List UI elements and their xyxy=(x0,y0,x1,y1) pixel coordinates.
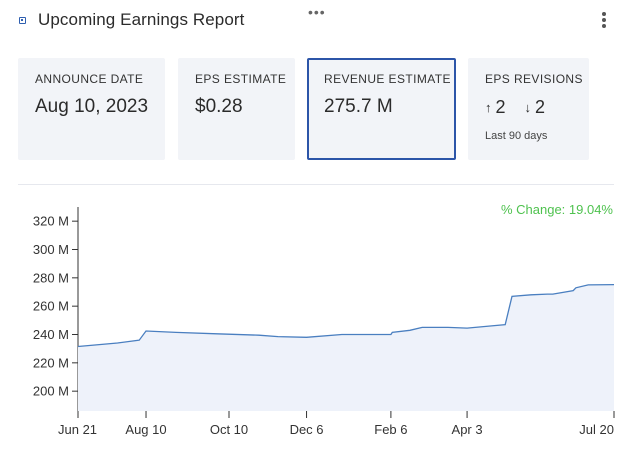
plot-area: 200 M 220 M 240 M 260 M 280 M 300 M 320 M Jun 2… xyxy=(33,207,615,437)
x-tick-label: Jun 21 xyxy=(58,422,97,437)
revenue-estimate-chart[interactable]: % Change: 19.04% 200 M 220 M 240 M 260 M 280… xyxy=(0,190,640,462)
x-tick-label: Oct 10 xyxy=(210,422,248,437)
x-tick-label: Aug 10 xyxy=(125,422,166,437)
x-tick-label: Apr 3 xyxy=(452,422,483,437)
y-tick-label: 300 M xyxy=(33,242,69,257)
arrow-down-icon: ↓ xyxy=(524,100,532,115)
revisions-up-count: 2 xyxy=(495,97,506,117)
y-tick-label: 240 M xyxy=(33,327,69,342)
eps-estimate-label: EPS ESTIMATE xyxy=(195,72,287,86)
revenue-estimate-card[interactable]: REVENUE ESTIMATE 275.7 M xyxy=(307,58,456,160)
revisions-up: ↑ 2 xyxy=(485,97,506,118)
x-tick-label: Feb 6 xyxy=(374,422,407,437)
x-tick-label: Dec 6 xyxy=(290,422,324,437)
revisions-down-count: 2 xyxy=(535,97,546,117)
y-tick-label: 200 M xyxy=(33,384,69,399)
widget-square-icon xyxy=(19,17,26,24)
eps-revisions-card[interactable]: EPS REVISIONS ↑ 2 ↓ 2 Last 90 days xyxy=(468,58,589,160)
announce-date-label: ANNOUNCE DATE xyxy=(35,72,144,86)
eps-estimate-card[interactable]: EPS ESTIMATE $0.28 xyxy=(178,58,295,160)
eps-revisions-label: EPS REVISIONS xyxy=(485,72,583,86)
y-tick-label: 320 M xyxy=(33,214,69,229)
eps-revisions-values: ↑ 2 ↓ 2 xyxy=(485,96,559,118)
drag-dots-icon[interactable]: ••• xyxy=(308,4,326,20)
y-tick-label: 260 M xyxy=(33,299,69,314)
announce-date-value: Aug 10, 2023 xyxy=(35,96,149,117)
announce-date-card[interactable]: ANNOUNCE DATE Aug 10, 2023 xyxy=(18,58,165,160)
series-area xyxy=(78,284,614,411)
widget-header: Upcoming Earnings Report ••• xyxy=(0,0,640,44)
revisions-down: ↓ 2 xyxy=(525,97,546,118)
y-tick-label: 220 M xyxy=(33,355,69,370)
arrow-up-icon: ↑ xyxy=(485,100,492,115)
section-divider xyxy=(18,184,614,185)
eps-estimate-value: $0.28 xyxy=(195,96,243,117)
kebab-menu-icon[interactable] xyxy=(598,10,610,30)
percent-change-annotation: % Change: 19.04% xyxy=(501,202,613,217)
y-tick-label: 280 M xyxy=(33,270,69,285)
revenue-estimate-value: 275.7 M xyxy=(324,96,393,117)
widget-title: Upcoming Earnings Report xyxy=(38,10,245,29)
revenue-estimate-label: REVENUE ESTIMATE xyxy=(324,72,451,86)
x-tick-label: Jul 20 xyxy=(579,422,614,437)
eps-revisions-period: Last 90 days xyxy=(485,130,548,142)
